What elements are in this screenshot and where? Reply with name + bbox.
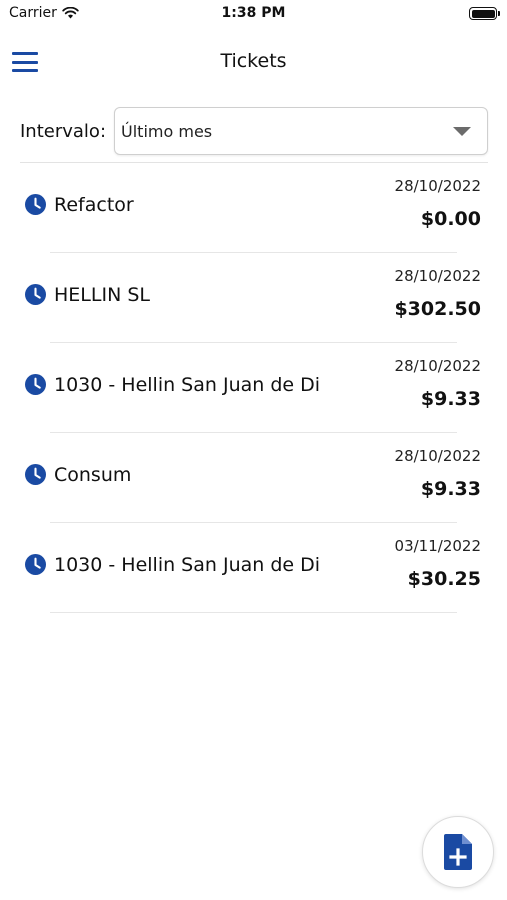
interval-filter: Intervalo: Último mes [20,107,488,155]
ticket-date: 28/10/2022 [394,267,481,285]
ticket-row[interactable]: 1030 - Hellin San Juan de Di 03/11/2022 … [0,523,507,613]
caret-down-icon [453,127,471,136]
ticket-name: Consum [54,464,132,486]
ticket-list: Refactor 28/10/2022 $0.00 HELLIN SL 28/1… [0,163,507,613]
status-bar: Carrier 1:38 PM [0,0,507,28]
interval-label: Intervalo: [20,120,107,142]
ticket-amount: $0.00 [420,208,481,230]
clock-icon [25,194,46,215]
clock-icon [25,554,46,575]
ticket-amount: $9.33 [420,388,481,410]
ticket-name: 1030 - Hellin San Juan de Di [54,554,321,576]
ticket-date: 28/10/2022 [394,447,481,465]
add-document-icon [444,834,472,870]
clock-icon [25,374,46,395]
ticket-name: Refactor [54,194,134,216]
ticket-name: HELLIN SL [54,284,150,306]
ticket-date: 03/11/2022 [394,537,481,555]
ticket-amount: $9.33 [420,478,481,500]
clock-icon [25,464,46,485]
ticket-row[interactable]: 1030 - Hellin San Juan de Di 28/10/2022 … [0,343,507,433]
ticket-amount: $30.25 [407,568,481,590]
ticket-row[interactable]: Refactor 28/10/2022 $0.00 [0,163,507,253]
ticket-row[interactable]: HELLIN SL 28/10/2022 $302.50 [0,253,507,343]
ticket-name: 1030 - Hellin San Juan de Di [54,374,321,396]
interval-selected-value: Último mes [121,121,213,141]
interval-select[interactable]: Último mes [114,107,488,155]
status-time: 1:38 PM [221,5,286,21]
page-title: Tickets [220,50,287,72]
battery-full-icon [469,7,500,20]
ticket-date: 28/10/2022 [394,177,481,195]
row-divider [50,612,457,613]
ticket-row[interactable]: Consum 28/10/2022 $9.33 [0,433,507,523]
clock-icon [25,284,46,305]
ticket-date: 28/10/2022 [394,357,481,375]
add-ticket-button[interactable] [422,816,494,888]
nav-bar: Tickets [0,40,507,84]
ticket-amount: $302.50 [394,298,481,320]
